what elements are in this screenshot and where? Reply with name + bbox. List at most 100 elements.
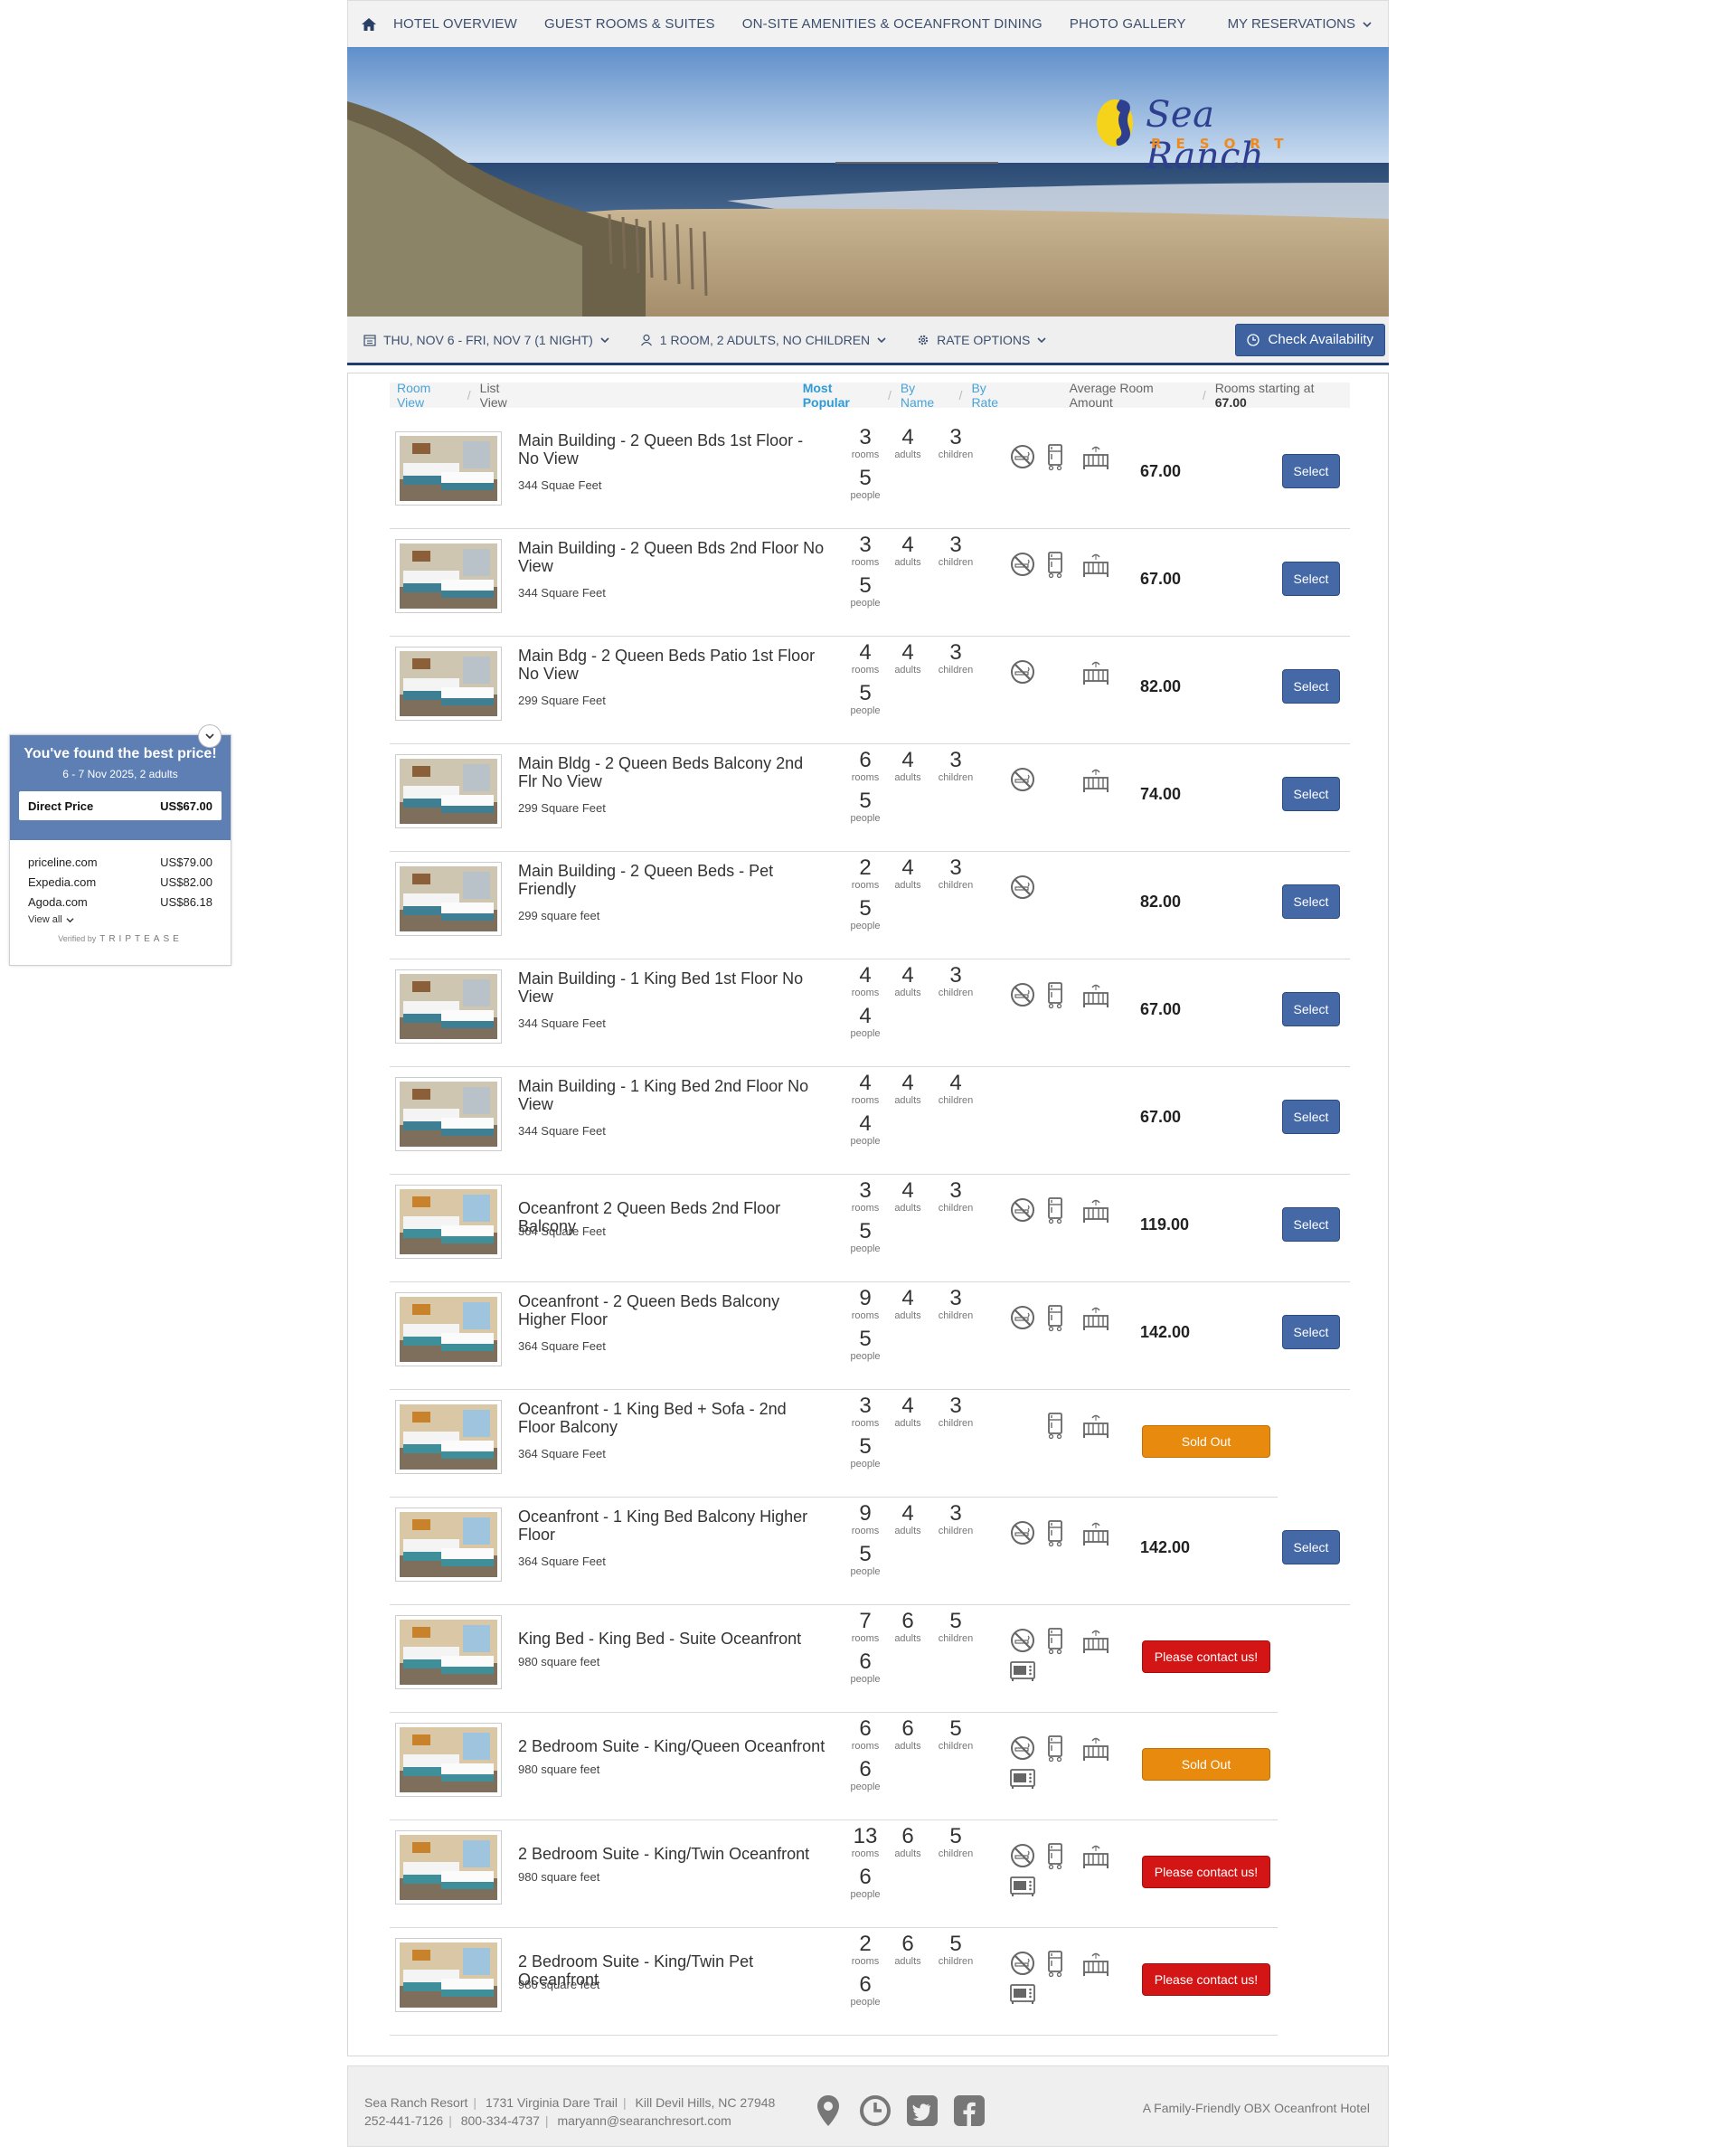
room-row: 2 Bedroom Suite - King/Twin Pet Oceanfro… (390, 1927, 1278, 2036)
room-photo[interactable] (395, 1292, 502, 1366)
footer-phone-1[interactable]: 252-441-7126 (364, 2113, 443, 2128)
room-photo[interactable] (395, 1938, 502, 2012)
room-photo[interactable] (395, 1400, 502, 1474)
room-photo[interactable] (395, 1723, 502, 1797)
select-button[interactable]: Select (1282, 1530, 1340, 1564)
room-name[interactable]: Main Bdg - 2 Queen Beds Patio 1st Floor … (518, 647, 826, 683)
people-count: 5 people (850, 789, 881, 825)
verified-by: Verified by TRIPTEASE (58, 934, 183, 944)
clock-icon (1246, 333, 1260, 346)
select-button[interactable]: Select (1282, 669, 1340, 704)
room-photo[interactable] (395, 1615, 502, 1689)
nav-guest-rooms[interactable]: GUEST ROOMS & SUITES (544, 16, 715, 32)
room-photo[interactable] (395, 431, 502, 506)
room-name[interactable]: Main Building - 1 King Bed 1st Floor No … (518, 969, 826, 1006)
sort-by-rate[interactable]: By Rate (971, 381, 1014, 410)
room-row: Main Building - 2 Queen Bds 2nd Floor No… (390, 528, 1350, 637)
room-price: 67.00 (1140, 1108, 1182, 1126)
adults-count: 4 adults (894, 1501, 921, 1537)
select-button[interactable]: Select (1282, 1315, 1340, 1349)
room-photo[interactable] (395, 754, 502, 828)
date-selector[interactable]: THU, NOV 6 - FRI, NOV 7 (1 NIGHT) (363, 333, 609, 347)
room-photo[interactable] (395, 969, 502, 1044)
fridge-icon (1046, 982, 1064, 1014)
amenity-icons (1010, 552, 1127, 624)
select-button[interactable]: Select (1282, 562, 1340, 596)
select-button[interactable]: Select (1282, 884, 1340, 919)
home-icon[interactable] (361, 17, 377, 32)
select-button[interactable]: Select (1282, 777, 1340, 811)
amenity-icons (1010, 982, 1127, 1054)
room-photo[interactable] (395, 862, 502, 936)
room-size: 344 Square Feet (518, 1016, 606, 1030)
competitor-row: Expedia.com US$82.00 (28, 875, 212, 889)
crib-icon (1082, 1197, 1109, 1229)
room-name[interactable]: Main Bldg - 2 Queen Beds Balcony 2nd Flr… (518, 754, 826, 790)
contact-us-button[interactable]: Please contact us! (1142, 1640, 1270, 1673)
sold-out-button[interactable]: Sold Out (1142, 1748, 1270, 1781)
footer-email[interactable]: maryann@searanchresort.com (557, 2113, 731, 2128)
children-count: 3 children (938, 640, 974, 676)
nav-hotel-overview[interactable]: HOTEL OVERVIEW (393, 16, 517, 32)
room-size: 364 Square Feet (518, 1447, 606, 1460)
room-name[interactable]: Main Building - 2 Queen Beds - Pet Frien… (518, 862, 826, 898)
guest-selector[interactable]: 1 ROOM, 2 ADULTS, NO CHILDREN (640, 333, 886, 347)
room-photo[interactable] (395, 1830, 502, 1905)
sort-most-popular[interactable]: Most Popular (803, 381, 879, 410)
people-count: 5 people (850, 681, 881, 717)
footer: Sea Ranch Resort | 1731 Virginia Dare Tra… (347, 2065, 1389, 2147)
sort-by-name[interactable]: By Name (901, 381, 950, 410)
room-photo[interactable] (395, 647, 502, 721)
facebook-icon[interactable] (952, 2094, 986, 2128)
room-name[interactable]: Main Building - 2 Queen Bds 1st Floor - … (518, 431, 826, 468)
contact-us-button[interactable]: Please contact us! (1142, 1856, 1270, 1888)
adults-count: 6 adults (894, 1932, 921, 1968)
footer-social-icons (811, 2094, 986, 2128)
room-name[interactable]: 2 Bedroom Suite - King/Queen Oceanfront (518, 1737, 826, 1755)
average-room-amount[interactable]: Average Room Amount (1070, 381, 1194, 410)
twitter-icon[interactable] (905, 2094, 939, 2128)
guest-label: 1 ROOM, 2 ADULTS, NO CHILDREN (659, 332, 871, 347)
room-name[interactable]: Oceanfront - 1 King Bed + Sofa - 2nd Flo… (518, 1400, 826, 1436)
room-name[interactable]: King Bed - King Bed - Suite Oceanfront (518, 1630, 826, 1648)
amenity-icons (1010, 1090, 1127, 1162)
select-button[interactable]: Select (1282, 1207, 1340, 1242)
room-name[interactable]: Main Building - 1 King Bed 2nd Floor No … (518, 1077, 826, 1113)
select-button[interactable]: Select (1282, 454, 1340, 488)
map-marker-icon[interactable] (811, 2094, 845, 2128)
room-name[interactable]: Oceanfront - 2 Queen Beds Balcony Higher… (518, 1292, 826, 1328)
room-photo[interactable] (395, 1508, 502, 1582)
room-name[interactable]: 2 Bedroom Suite - King/Twin Oceanfront (518, 1845, 826, 1863)
clock-icon[interactable] (858, 2094, 892, 2128)
list-view-link[interactable]: List View (480, 381, 528, 410)
footer-phone-2[interactable]: 800-334-4737 (461, 2113, 540, 2128)
room-size: 344 Square Feet (518, 1124, 606, 1138)
date-label: THU, NOV 6 - FRI, NOV 7 (1 NIGHT) (383, 332, 593, 347)
footer-city: Kill Devil Hills, NC 27948 (635, 2095, 776, 2110)
view-all-link[interactable]: View all (28, 914, 212, 925)
contact-us-button[interactable]: Please contact us! (1142, 1963, 1270, 1996)
hero-banner: Sea Ranch RESORT (347, 47, 1389, 317)
room-row: Main Building - 1 King Bed 1st Floor No … (390, 959, 1350, 1067)
room-name[interactable]: Oceanfront - 1 King Bed Balcony Higher F… (518, 1508, 826, 1544)
select-button[interactable]: Select (1282, 992, 1340, 1026)
fridge-icon (1046, 1520, 1064, 1552)
nav-amenities[interactable]: ON-SITE AMENITIES & OCEANFRONT DINING (742, 16, 1043, 32)
room-photo[interactable] (395, 539, 502, 613)
room-view-link[interactable]: Room View (397, 381, 458, 410)
my-reservations-menu[interactable]: MY RESERVATIONS (1228, 16, 1372, 32)
check-availability-button[interactable]: Check Availability (1234, 323, 1385, 356)
crib-icon (1082, 1305, 1109, 1337)
no-smoking-icon (1010, 1951, 1035, 1980)
room-photo[interactable] (395, 1185, 502, 1259)
nav-photo-gallery[interactable]: PHOTO GALLERY (1070, 16, 1186, 32)
room-photo[interactable] (395, 1077, 502, 1151)
rate-options-selector[interactable]: RATE OPTIONS (917, 333, 1046, 347)
widget-collapse-button[interactable] (198, 724, 222, 748)
amenity-icons (1010, 1413, 1127, 1485)
adults-count: 4 adults (894, 963, 921, 999)
room-size: 364 Square Feet (518, 1224, 606, 1238)
room-name[interactable]: Main Building - 2 Queen Bds 2nd Floor No… (518, 539, 826, 575)
sold-out-button[interactable]: Sold Out (1142, 1425, 1270, 1458)
select-button[interactable]: Select (1282, 1100, 1340, 1134)
